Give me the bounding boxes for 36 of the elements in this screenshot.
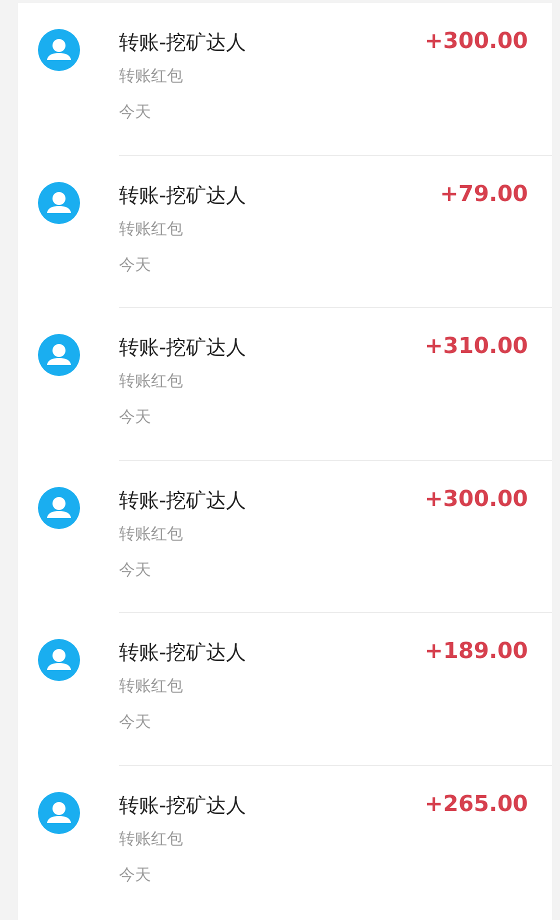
transaction-amount: +189.00 xyxy=(424,638,528,666)
user-avatar-icon xyxy=(38,486,80,528)
transaction-row[interactable]: 转账-挖矿达人 +300.00 转账红包 今天 xyxy=(18,3,552,156)
transaction-type: 转账红包 xyxy=(119,828,183,850)
transaction-type: 转账红包 xyxy=(119,370,183,392)
transaction-title: 转账-挖矿达人 xyxy=(119,29,246,56)
transaction-title: 转账-挖矿达人 xyxy=(119,486,246,514)
user-avatar-icon xyxy=(38,29,80,71)
user-avatar-icon xyxy=(38,182,80,224)
transaction-date: 今天 xyxy=(119,406,151,428)
transaction-row[interactable]: 转账-挖矿达人 +189.00 转账红包 今天 xyxy=(18,613,552,766)
transaction-date: 今天 xyxy=(119,101,151,123)
transaction-row[interactable]: 转账-挖矿达人 +300.00 转账红包 今天 xyxy=(18,460,552,613)
transaction-title: 转账-挖矿达人 xyxy=(119,639,246,666)
transaction-date: 今天 xyxy=(119,254,151,276)
transaction-type: 转账红包 xyxy=(119,522,183,544)
user-avatar-icon xyxy=(38,792,80,834)
user-avatar-icon xyxy=(38,639,80,681)
transaction-date: 今天 xyxy=(119,864,151,886)
transaction-amount: +79.00 xyxy=(440,180,528,208)
transaction-row[interactable]: 转账-挖矿达人 +265.00 转账红包 今天 xyxy=(18,766,552,918)
transaction-type: 转账红包 xyxy=(119,65,183,87)
transaction-type: 转账红包 xyxy=(119,218,183,240)
transaction-row[interactable]: 转账-挖矿达人 +310.00 转账红包 今天 xyxy=(18,308,552,460)
transaction-type: 转账红包 xyxy=(119,675,183,697)
transaction-title: 转账-挖矿达人 xyxy=(119,334,246,361)
transaction-amount: +265.00 xyxy=(424,790,528,818)
transaction-title: 转账-挖矿达人 xyxy=(119,792,246,818)
transaction-amount: +300.00 xyxy=(424,486,528,514)
user-avatar-icon xyxy=(38,334,80,376)
transaction-row[interactable]: 转账-挖矿达人 +79.00 转账红包 今天 xyxy=(18,156,552,308)
transaction-date: 今天 xyxy=(119,711,151,733)
transaction-amount: +300.00 xyxy=(424,28,528,56)
transaction-amount: +310.00 xyxy=(424,333,528,361)
transaction-title: 转账-挖矿达人 xyxy=(119,182,246,208)
transaction-date: 今天 xyxy=(119,558,151,580)
